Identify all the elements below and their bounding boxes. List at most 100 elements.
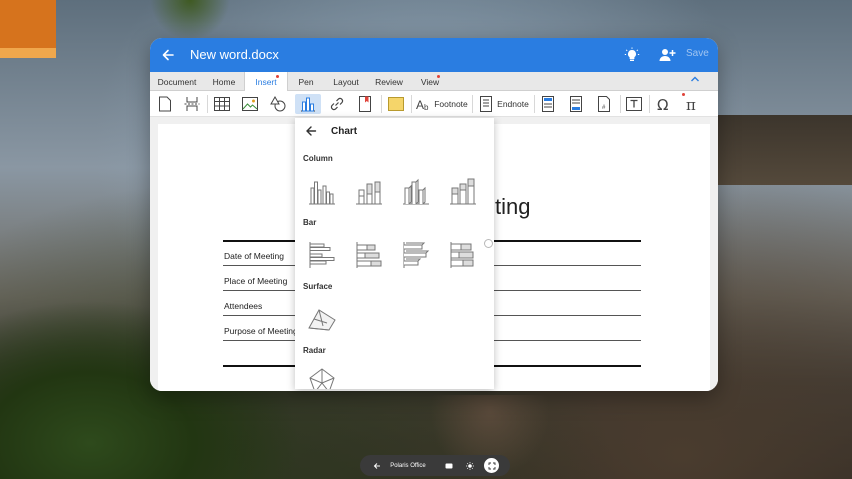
chart-option-radar[interactable] [305,364,339,389]
resize-handle[interactable] [484,239,493,248]
taskbar-window-button[interactable] [442,458,456,473]
chart-option-surface[interactable] [305,302,339,336]
symbol-button[interactable]: Ω [653,94,675,114]
lightbulb-icon [624,47,640,61]
notification-dot [276,75,279,78]
stacked-bar-chart-icon [356,242,382,268]
document-heading: ting [495,194,531,219]
endnote-label: Endnote [497,99,529,109]
page-break-icon [184,97,200,111]
separator [381,95,382,113]
taskbar-brightness-button[interactable] [463,458,477,473]
separator [411,95,412,113]
blank-page-button[interactable] [156,94,174,114]
chart-option-3d-stacked-column[interactable] [446,174,480,208]
footer-button[interactable] [566,94,586,114]
chart-option-3d-stacked-bar[interactable] [446,238,480,272]
svg-text:π: π [686,96,696,112]
image-icon [242,97,258,111]
tab-view[interactable]: View [410,72,450,91]
section-bar: Bar [303,218,317,227]
table-button[interactable] [212,94,232,114]
collapse-ribbon-button[interactable] [690,74,700,86]
chart-option-stacked-column[interactable] [352,174,386,208]
insert-ribbon: Ab Footnote Endnote # Ω π [150,91,718,117]
3d-stacked-column-chart-icon [450,178,476,205]
section-surface: Surface [303,282,333,291]
pi-icon: π [686,96,696,112]
header-icon [542,96,554,112]
tab-pen[interactable]: Pen [288,72,324,91]
footnote-label: Footnote [434,99,468,109]
bookmark-button[interactable] [355,94,375,114]
svg-text:A: A [416,98,424,111]
separator [207,95,208,113]
field-purpose-of-meeting: Purpose of Meeting [224,326,298,336]
section-radar: Radar [303,346,326,355]
document-title: New word.docx [190,47,279,62]
separator [649,95,650,113]
page-number-button[interactable]: # [594,94,614,114]
system-taskbar: Polaris Office [360,455,510,476]
3d-bar-chart-icon [403,242,430,268]
page-break-button[interactable] [182,94,202,114]
background-wall [718,115,852,185]
background-plant [150,0,230,40]
field-place-of-meeting: Place of Meeting [224,276,288,286]
chart-button[interactable] [295,94,321,114]
section-column: Column [303,154,333,163]
taskbar-back-button[interactable] [370,458,384,473]
window-icon [445,463,453,468]
page-number-icon: # [598,96,610,112]
tab-layout[interactable]: Layout [324,72,368,91]
arrow-left-icon [306,126,317,136]
stacked-column-chart-icon [356,181,382,205]
chart-panel: Chart Column Bar Surface Radar [295,118,494,389]
text-box-icon [626,97,642,111]
sticky-note-icon [388,97,404,111]
separator [472,95,473,113]
tips-button[interactable] [622,45,642,65]
endnote-button[interactable]: Endnote [477,94,531,114]
memo-button[interactable] [386,94,406,114]
blank-page-icon [159,96,171,112]
taskbar-expand-button[interactable] [484,458,499,473]
table-icon [214,97,230,111]
bookmark-icon [359,96,371,112]
notification-dot [437,75,440,78]
chart-option-stacked-bar[interactable] [352,238,386,272]
hyperlink-button[interactable] [327,94,347,114]
chart-option-clustered-column[interactable] [305,174,339,208]
chart-option-3d-bar[interactable] [399,238,433,272]
endnote-icon [480,96,493,112]
picture-button[interactable] [240,94,260,114]
chart-option-3d-column[interactable] [399,174,433,208]
background-sign [0,0,56,58]
chevron-up-icon [691,76,699,82]
tab-home[interactable]: Home [204,72,244,91]
footer-icon [570,96,582,112]
tab-review[interactable]: Review [368,72,410,91]
header-button[interactable] [538,94,558,114]
text-box-button[interactable] [624,94,644,114]
tab-document[interactable]: Document [150,72,204,91]
clustered-column-chart-icon [309,181,335,205]
chart-panel-title: Chart [331,126,358,137]
field-attendees: Attendees [224,301,263,311]
back-button[interactable] [158,45,178,65]
person-add-icon [659,49,675,61]
chart-panel-back-button[interactable] [305,125,317,140]
footnote-icon: Ab [416,98,429,111]
notification-dot [682,93,685,96]
equation-button[interactable]: π [682,93,704,114]
tab-insert[interactable]: Insert [244,72,288,92]
save-button[interactable]: Save [686,48,709,59]
chart-option-clustered-bar[interactable] [305,238,339,272]
omega-icon: Ω [657,96,668,112]
shapes-icon [270,96,286,112]
footnote-button[interactable]: Ab Footnote [415,94,469,114]
shape-button[interactable] [268,94,288,114]
menu-tabs: Document Home Insert Pen Layout Review V… [150,72,718,92]
share-button[interactable] [657,45,677,65]
clustered-bar-chart-icon [309,242,335,268]
